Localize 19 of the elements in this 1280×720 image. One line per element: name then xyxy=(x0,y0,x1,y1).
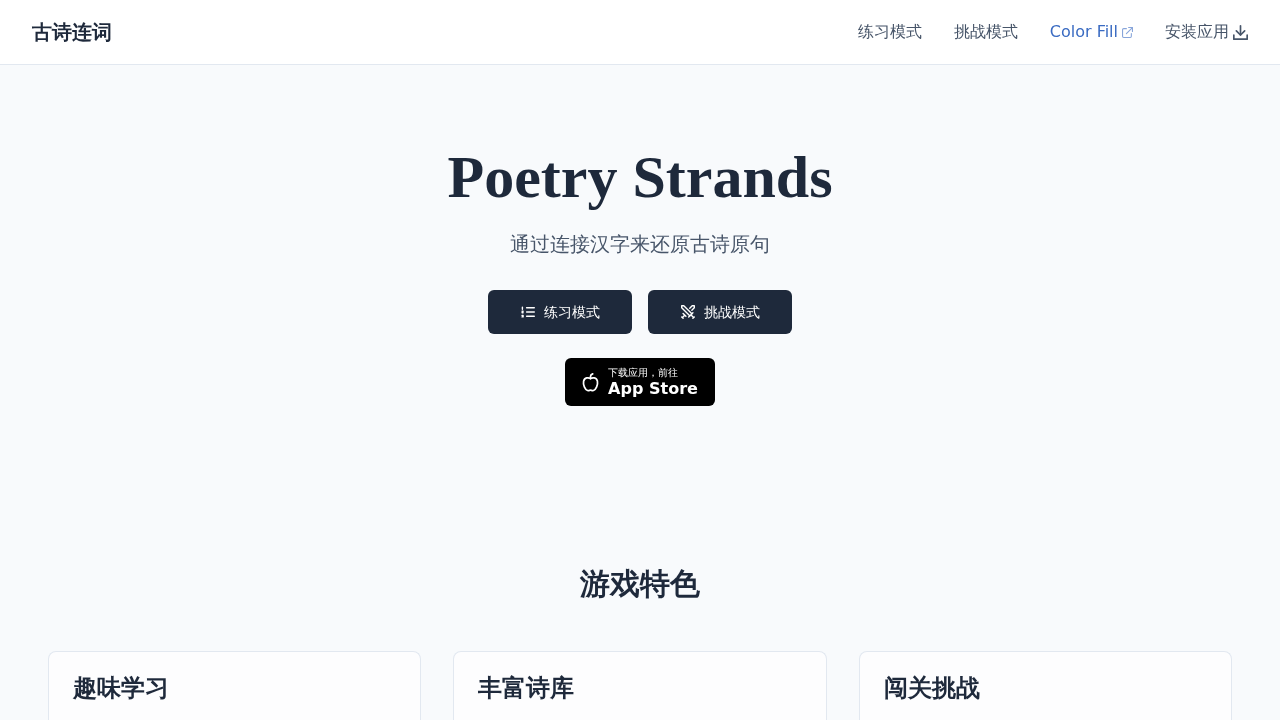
section-heading: 游戏特色 xyxy=(580,566,700,602)
card-title: 丰富诗库 xyxy=(478,673,575,704)
apple-icon xyxy=(582,372,600,392)
practice-mode-button[interactable]: 练习模式 xyxy=(488,290,632,334)
hero-title: Poetry Strands xyxy=(447,143,833,212)
brand-link[interactable]: 古诗连词 xyxy=(32,17,112,47)
app-store-button[interactable]: 下载应用，前往 App Store xyxy=(565,358,715,406)
crossed-swords-icon xyxy=(680,305,695,319)
challenge-mode-button[interactable]: 挑战模式 xyxy=(648,290,792,334)
list-icon xyxy=(520,305,535,319)
nav-link[interactable]: 挑战模式 xyxy=(953,20,1018,44)
hero-subtitle: 通过连接汉字来还原古诗原句 xyxy=(510,231,770,258)
download-icon xyxy=(1233,24,1248,40)
nav-link[interactable]: Color Fill xyxy=(1049,20,1133,44)
nav-link[interactable]: 安装应用 xyxy=(1165,20,1248,44)
external-link-icon xyxy=(1122,26,1133,38)
nav-link[interactable]: 练习模式 xyxy=(857,20,922,44)
card-title: 趣味学习 xyxy=(73,673,169,704)
card-title: 闯关挑战 xyxy=(883,673,980,704)
